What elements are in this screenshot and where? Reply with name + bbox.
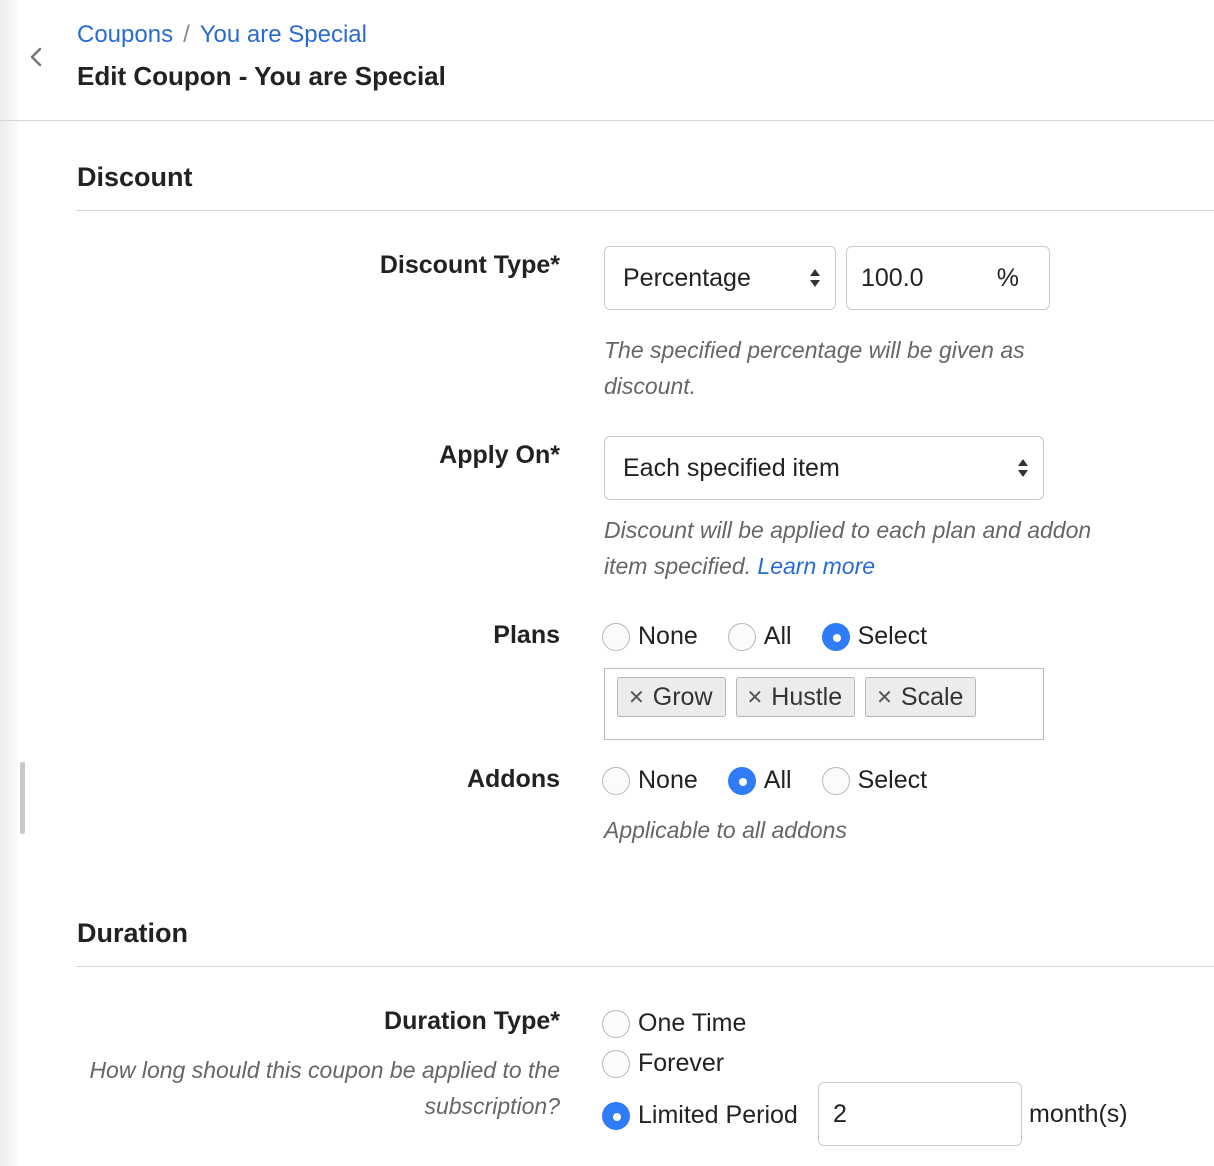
discount-type-help: The specified percentage will be given a… bbox=[604, 337, 1025, 399]
duration-type-help: How long should this coupon be applied t… bbox=[89, 1057, 560, 1119]
breadcrumb-coupons-link[interactable]: Coupons bbox=[77, 21, 173, 49]
duration-type-label: Duration Type* bbox=[384, 1007, 560, 1035]
apply-on-help: Discount will be applied to each plan an… bbox=[604, 512, 1094, 584]
radio-label: One Time bbox=[638, 1009, 747, 1037]
period-value-input[interactable]: 2 bbox=[818, 1082, 1022, 1146]
apply-on-selected: Each specified item bbox=[623, 453, 840, 482]
remove-tag-icon[interactable]: ✕ bbox=[876, 685, 893, 710]
apply-on-label: Apply On* bbox=[439, 441, 560, 469]
radio-label: All bbox=[763, 622, 792, 650]
discount-type-select[interactable]: Percentage bbox=[604, 246, 836, 310]
tag-label: Hustle bbox=[771, 682, 843, 711]
learn-more-link[interactable]: Learn more bbox=[757, 553, 875, 579]
duration-section-title: Duration bbox=[77, 918, 188, 948]
discount-percent-suffix: % bbox=[996, 263, 1019, 292]
radio-label: None bbox=[638, 766, 698, 794]
discount-value: 100.0 bbox=[861, 263, 924, 292]
left-gutter bbox=[0, 0, 18, 1166]
plans-radio-none[interactable]: None bbox=[602, 622, 698, 651]
radio-label: None bbox=[638, 622, 698, 650]
radio-label: All bbox=[763, 766, 792, 794]
period-unit-label: month(s) bbox=[1029, 1100, 1128, 1128]
duration-radio-one-time[interactable]: One Time bbox=[602, 1009, 746, 1038]
addons-help: Applicable to all addons bbox=[604, 817, 847, 843]
addons-radio-group: None All Select bbox=[602, 766, 957, 795]
plans-radio-select[interactable]: Select bbox=[821, 622, 928, 651]
remove-tag-icon[interactable]: ✕ bbox=[747, 685, 764, 710]
select-arrows-icon bbox=[810, 269, 820, 287]
discount-type-selected: Percentage bbox=[623, 263, 751, 292]
select-arrows-icon bbox=[1018, 459, 1028, 477]
plans-radio-all[interactable]: All bbox=[727, 622, 792, 651]
duration-radio-limited-period[interactable]: Limited Period bbox=[602, 1101, 798, 1130]
addons-radio-all[interactable]: All bbox=[727, 766, 792, 795]
radio-circle bbox=[602, 1049, 630, 1078]
header-divider bbox=[0, 120, 1214, 121]
plan-tag-scale[interactable]: ✕ Scale bbox=[865, 677, 977, 717]
radio-circle bbox=[821, 766, 850, 795]
radio-circle bbox=[602, 766, 630, 795]
back-button[interactable] bbox=[24, 44, 48, 70]
addons-label: Addons bbox=[466, 765, 560, 793]
tag-label: Scale bbox=[900, 682, 964, 711]
breadcrumb-separator: / bbox=[183, 21, 190, 48]
discount-type-label: Discount Type* bbox=[379, 251, 560, 279]
period-value: 2 bbox=[833, 1099, 847, 1128]
remove-tag-icon[interactable]: ✕ bbox=[628, 685, 645, 710]
plans-tag-input[interactable]: ✕ Grow ✕ Hustle ✕ Scale bbox=[604, 668, 1044, 740]
radio-label: Forever bbox=[638, 1049, 725, 1077]
discount-section-title: Discount bbox=[77, 162, 193, 192]
radio-label: Select bbox=[857, 766, 928, 794]
chevron-left-icon bbox=[30, 47, 42, 67]
addons-radio-none[interactable]: None bbox=[602, 766, 698, 795]
discount-value-input[interactable]: 100.0 % bbox=[846, 246, 1050, 310]
duration-radio-forever[interactable]: Forever bbox=[602, 1049, 724, 1078]
addons-radio-select[interactable]: Select bbox=[821, 766, 928, 795]
plan-tag-hustle[interactable]: ✕ Hustle bbox=[735, 677, 856, 717]
radio-circle bbox=[602, 622, 630, 651]
duration-section-divider bbox=[76, 966, 1214, 967]
plans-radio-group: None All Select bbox=[602, 622, 957, 651]
scroll-handle[interactable] bbox=[20, 762, 25, 834]
radio-label: Select bbox=[857, 622, 928, 650]
radio-circle bbox=[602, 1009, 630, 1038]
radio-circle-selected bbox=[602, 1101, 630, 1130]
breadcrumb-current-link[interactable]: You are Special bbox=[200, 21, 367, 49]
radio-circle-selected bbox=[727, 766, 756, 795]
discount-section-divider bbox=[76, 210, 1214, 211]
tag-label: Grow bbox=[652, 682, 713, 711]
plan-tag-grow[interactable]: ✕ Grow bbox=[617, 677, 726, 717]
apply-on-select[interactable]: Each specified item bbox=[604, 436, 1044, 500]
page-title: Edit Coupon - You are Special bbox=[77, 61, 446, 91]
plans-label: Plans bbox=[493, 621, 560, 649]
breadcrumb: Coupons / You are Special bbox=[77, 21, 367, 49]
radio-circle bbox=[727, 622, 756, 651]
radio-label: Limited Period bbox=[638, 1101, 798, 1129]
radio-circle-selected bbox=[821, 622, 850, 651]
